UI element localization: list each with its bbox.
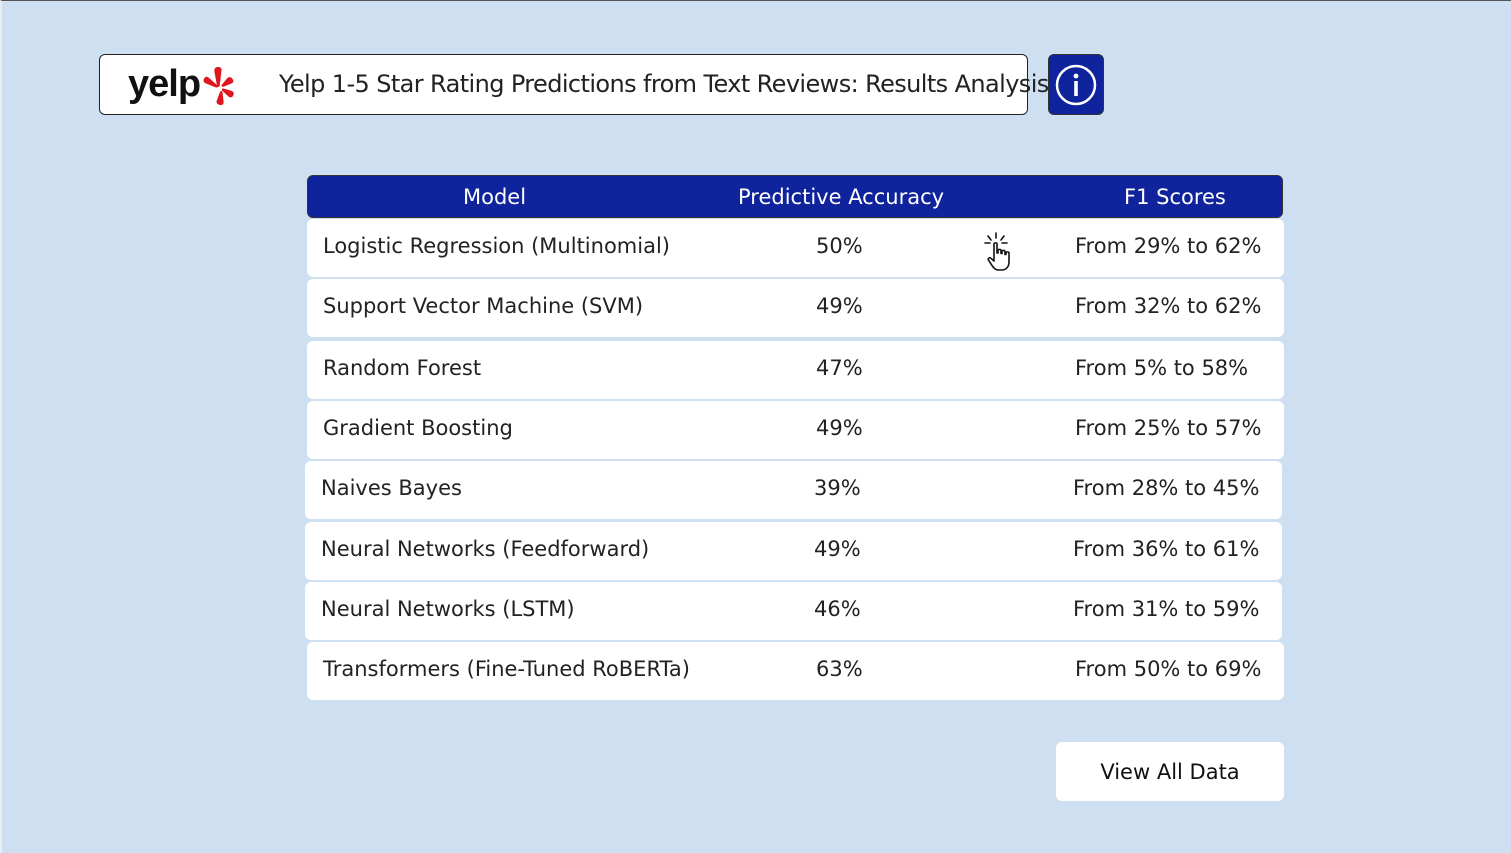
table-row: Random Forest 47% From 5% to 58% <box>307 341 1284 399</box>
model-name: Neural Networks (LSTM) <box>321 597 575 621</box>
f1-range: From 32% to 62% <box>1075 294 1262 318</box>
f1-range: From 29% to 62% <box>1075 234 1262 258</box>
table-row: Logistic Regression (Multinomial) 50% Fr… <box>307 219 1284 277</box>
accuracy-value: 39% <box>814 476 861 500</box>
model-name: Support Vector Machine (SVM) <box>323 294 644 318</box>
table-row: Neural Networks (Feedforward) 49% From 3… <box>305 522 1282 580</box>
accuracy-value: 49% <box>814 537 861 561</box>
app-canvas: yelp Yelp 1-5 Star Rating Predictions fr… <box>0 0 1511 853</box>
accuracy-value: 50% <box>816 234 863 258</box>
f1-range: From 31% to 59% <box>1073 597 1260 621</box>
accuracy-value: 46% <box>814 597 861 621</box>
view-all-data-button[interactable]: View All Data <box>1056 742 1284 801</box>
table-row: Naives Bayes 39% From 28% to 45% <box>305 461 1282 519</box>
info-button[interactable] <box>1048 54 1104 115</box>
table-row: Neural Networks (LSTM) 46% From 31% to 5… <box>305 582 1282 640</box>
page-title: Yelp 1-5 Star Rating Predictions from Te… <box>279 70 1049 98</box>
accuracy-value: 49% <box>816 416 863 440</box>
model-name: Transformers (Fine-Tuned RoBERTa) <box>323 657 690 681</box>
yelp-burst-icon <box>203 67 234 106</box>
f1-range: From 28% to 45% <box>1073 476 1260 500</box>
hand-pointer-cursor-icon <box>984 232 1010 271</box>
column-header-model: Model <box>463 185 527 209</box>
table-row: Gradient Boosting 49% From 25% to 57% <box>307 401 1284 459</box>
accuracy-value: 49% <box>816 294 863 318</box>
info-icon <box>1055 64 1097 105</box>
f1-range: From 50% to 69% <box>1075 657 1262 681</box>
model-name: Neural Networks (Feedforward) <box>321 537 650 561</box>
model-name: Gradient Boosting <box>323 416 513 440</box>
model-name: Logistic Regression (Multinomial) <box>323 234 670 258</box>
f1-range: From 5% to 58% <box>1075 356 1249 380</box>
accuracy-value: 47% <box>816 356 863 380</box>
column-header-f1: F1 Scores <box>1124 185 1226 209</box>
f1-range: From 25% to 57% <box>1075 416 1262 440</box>
column-header-accuracy: Predictive Accuracy <box>738 185 945 209</box>
yelp-logo: yelp <box>128 63 248 109</box>
accuracy-value: 63% <box>816 657 863 681</box>
yelp-logo-text: yelp <box>128 63 201 105</box>
model-name: Random Forest <box>323 356 482 380</box>
table-header: Model Predictive Accuracy F1 Scores <box>307 175 1283 218</box>
model-name: Naives Bayes <box>321 476 462 500</box>
title-banner: yelp Yelp 1-5 Star Rating Predictions fr… <box>99 54 1049 115</box>
table-row: Support Vector Machine (SVM) 49% From 32… <box>307 279 1284 337</box>
f1-range: From 36% to 61% <box>1073 537 1260 561</box>
table-row: Transformers (Fine-Tuned RoBERTa) 63% Fr… <box>307 642 1284 700</box>
